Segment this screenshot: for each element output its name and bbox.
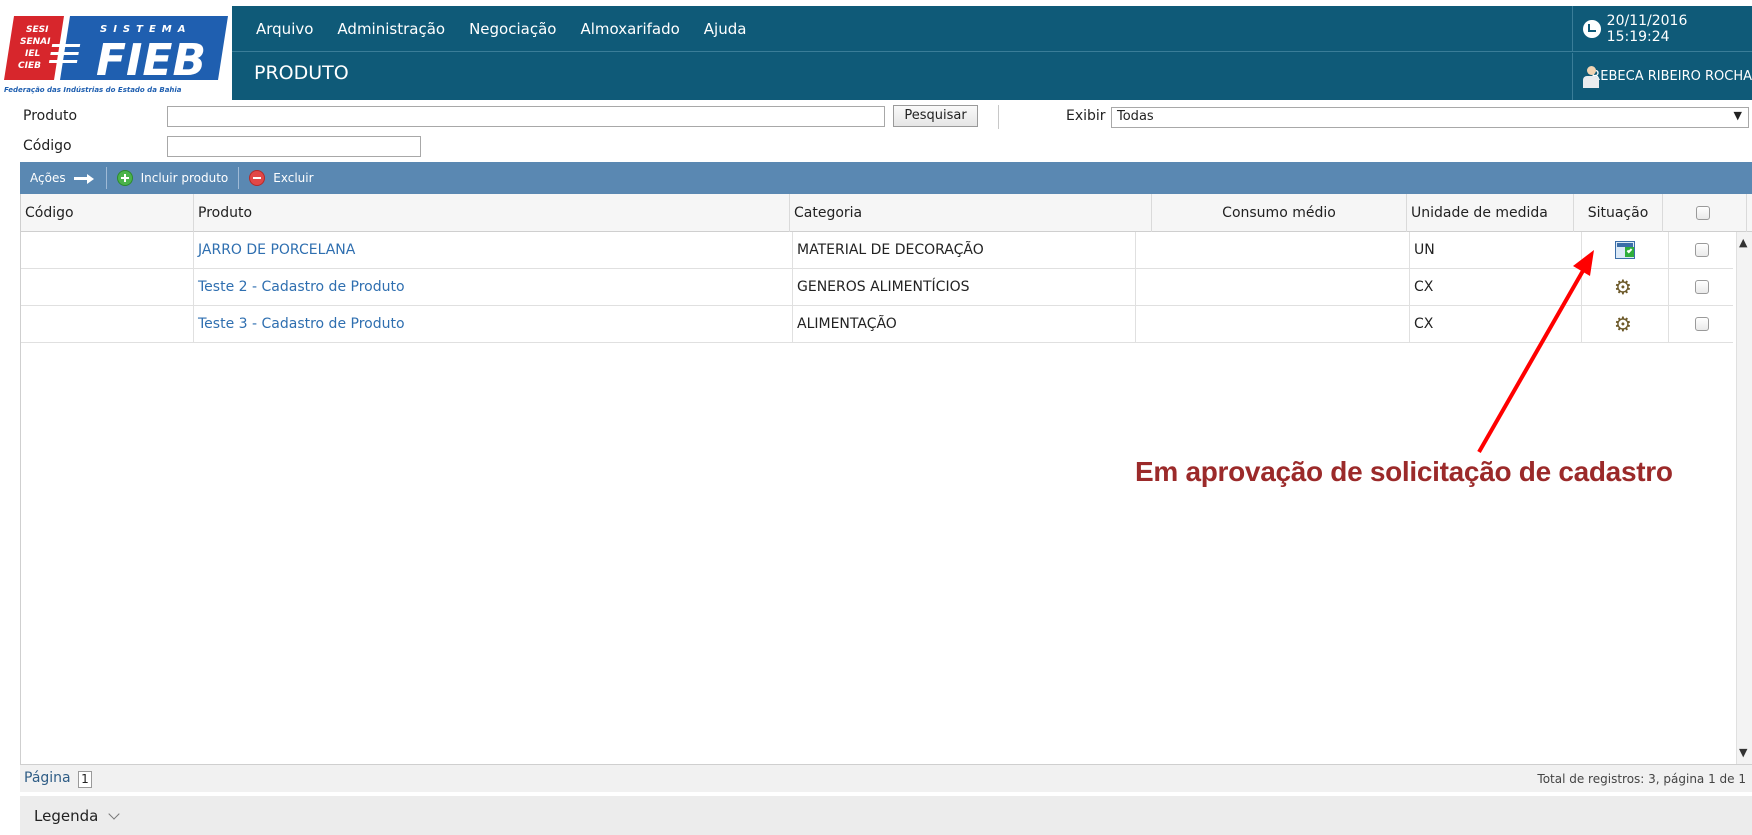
table-row[interactable]: JARRO DE PORCELANA MATERIAL DE DECORAÇÃO… bbox=[21, 232, 1733, 269]
produto-label: Produto bbox=[23, 108, 78, 124]
cell-produto-link[interactable]: JARRO DE PORCELANA bbox=[194, 232, 793, 269]
cell-consumo bbox=[1136, 269, 1410, 306]
logo-fieb-text: FIEB bbox=[96, 35, 206, 86]
row-checkbox[interactable] bbox=[1695, 317, 1709, 331]
filter-panel: Produto Pesquisar Exibir Todas ▼ Código bbox=[0, 100, 1752, 162]
cell-categoria: GENEROS ALIMENTÍCIOS bbox=[793, 269, 1136, 306]
annotation-text: Em aprovação de solicitação de cadastro bbox=[1135, 456, 1673, 487]
cell-situacao: ⚙ bbox=[1582, 269, 1669, 306]
column-header-unidade[interactable]: Unidade de medida bbox=[1407, 194, 1574, 232]
column-header-select bbox=[1663, 194, 1747, 232]
menu-almoxarifado[interactable]: Almoxarifado bbox=[580, 20, 679, 38]
exibir-label: Exibir bbox=[1066, 108, 1106, 124]
clock: 20/11/2016 15:19:24 bbox=[1572, 6, 1752, 52]
filter-divider bbox=[998, 105, 999, 129]
acoes-label: Ações bbox=[30, 171, 66, 185]
clock-datetime: 20/11/2016 15:19:24 bbox=[1606, 12, 1688, 45]
navbar: Arquivo Administração Negociação Almoxar… bbox=[232, 6, 1752, 100]
logo-iel-text: IEL bbox=[25, 49, 40, 59]
gears-icon[interactable]: ⚙ bbox=[1614, 314, 1632, 334]
codigo-label: Código bbox=[23, 138, 72, 154]
logo-sistema-text: SISTEMA bbox=[100, 24, 191, 35]
cell-consumo bbox=[1136, 306, 1410, 343]
header: SESI SENAI IEL CIEB SISTEMA FIEB Federaç… bbox=[0, 0, 1752, 100]
cell-produto-link[interactable]: Teste 3 - Cadastro de Produto bbox=[194, 306, 793, 343]
incluir-produto-button[interactable]: Incluir produto bbox=[107, 162, 239, 194]
menu-administracao[interactable]: Administração bbox=[337, 20, 445, 38]
column-header-consumo-medio[interactable]: Consumo médio bbox=[1152, 194, 1407, 232]
acoes-button[interactable]: Ações bbox=[20, 162, 106, 194]
legend-toggle[interactable]: Legenda bbox=[20, 796, 1752, 835]
page-number-input[interactable]: 1 bbox=[78, 771, 92, 788]
logo-tagline: Federação das Indústrias do Estado da Ba… bbox=[4, 86, 182, 94]
approval-icon[interactable] bbox=[1615, 241, 1635, 259]
dropdown-arrow-icon: ▼ bbox=[1733, 109, 1742, 122]
legend-label: Legenda bbox=[34, 806, 99, 825]
add-icon bbox=[116, 170, 133, 186]
column-header-situacao[interactable]: Situação bbox=[1574, 194, 1663, 232]
cell-situacao: ⚙ bbox=[1582, 306, 1669, 343]
clock-icon bbox=[1583, 19, 1601, 38]
table-row[interactable]: Teste 3 - Cadastro de Produto ALIMENTAÇÃ… bbox=[21, 306, 1733, 343]
logo-senai-text: SENAI bbox=[20, 37, 51, 47]
cell-codigo bbox=[21, 269, 194, 306]
user-icon bbox=[1583, 65, 1602, 88]
cell-consumo bbox=[1136, 232, 1410, 269]
scroll-down-icon[interactable]: ▼ bbox=[1739, 746, 1747, 759]
cell-produto-link[interactable]: Teste 2 - Cadastro de Produto bbox=[194, 269, 793, 306]
fieb-logo-graphic: SESI SENAI IEL CIEB SISTEMA FIEB Federaç… bbox=[4, 16, 228, 94]
fieb-logo: SESI SENAI IEL CIEB SISTEMA FIEB Federaç… bbox=[0, 0, 232, 100]
pager-total: Total de registros: 3, página 1 de 1 bbox=[1537, 772, 1746, 786]
cell-unidade: CX bbox=[1410, 306, 1582, 343]
exibir-select[interactable]: Todas ▼ bbox=[1111, 107, 1749, 128]
pager-label: Página bbox=[24, 770, 71, 786]
incluir-produto-label: Incluir produto bbox=[140, 171, 229, 185]
column-header-produto[interactable]: Produto bbox=[194, 194, 790, 232]
remove-icon bbox=[249, 170, 266, 186]
menu-arquivo[interactable]: Arquivo bbox=[256, 20, 313, 38]
cell-categoria: ALIMENTAÇÃO bbox=[793, 306, 1136, 343]
cell-codigo bbox=[21, 232, 194, 269]
search-button[interactable]: Pesquisar bbox=[893, 105, 978, 127]
cell-select bbox=[1669, 269, 1733, 306]
cell-situacao bbox=[1582, 232, 1669, 269]
cell-categoria: MATERIAL DE DECORAÇÃO bbox=[793, 232, 1136, 269]
scroll-up-icon[interactable]: ▲ bbox=[1739, 236, 1747, 249]
grid-header: Código Produto Categoria Consumo médio U… bbox=[21, 194, 1752, 232]
gears-icon[interactable]: ⚙ bbox=[1614, 277, 1632, 297]
menu-ajuda[interactable]: Ajuda bbox=[704, 20, 747, 38]
exibir-selected-value: Todas bbox=[1117, 109, 1154, 124]
logo-sesi-text: SESI bbox=[26, 25, 49, 35]
cell-select bbox=[1669, 232, 1733, 269]
cell-codigo bbox=[21, 306, 194, 343]
row-checkbox[interactable] bbox=[1695, 280, 1709, 294]
chevron-down-icon bbox=[108, 807, 120, 820]
excluir-label: Excluir bbox=[273, 171, 314, 185]
user-name: REBECA RIBEIRO ROCHA bbox=[1591, 69, 1752, 84]
codigo-input[interactable] bbox=[167, 136, 421, 157]
page-title: PRODUTO bbox=[254, 62, 349, 84]
column-header-categoria[interactable]: Categoria bbox=[790, 194, 1152, 232]
table-row[interactable]: Teste 2 - Cadastro de Produto GENEROS AL… bbox=[21, 269, 1733, 306]
column-header-codigo[interactable]: Código bbox=[21, 194, 194, 232]
pager: Página 1 Total de registros: 3, página 1… bbox=[20, 764, 1752, 792]
main-menu: Arquivo Administração Negociação Almoxar… bbox=[232, 6, 1572, 52]
cell-unidade: CX bbox=[1410, 269, 1582, 306]
arrow-right-icon bbox=[73, 173, 96, 184]
produto-input[interactable] bbox=[167, 106, 885, 127]
excluir-button[interactable]: Excluir bbox=[239, 162, 323, 194]
menu-negociacao[interactable]: Negociação bbox=[469, 20, 556, 38]
grid-scrollbar[interactable]: ▲ ▼ bbox=[1736, 232, 1752, 764]
page: SESI SENAI IEL CIEB SISTEMA FIEB Federaç… bbox=[0, 0, 1752, 835]
cell-unidade: UN bbox=[1410, 232, 1582, 269]
actions-toolbar: Ações Incluir produto Excluir bbox=[20, 162, 1752, 194]
row-checkbox[interactable] bbox=[1695, 243, 1709, 257]
user-menu[interactable]: REBECA RIBEIRO ROCHA bbox=[1572, 53, 1752, 100]
logo-cieb-text: CIEB bbox=[18, 61, 41, 71]
cell-select bbox=[1669, 306, 1733, 343]
select-all-checkbox[interactable] bbox=[1696, 206, 1710, 220]
